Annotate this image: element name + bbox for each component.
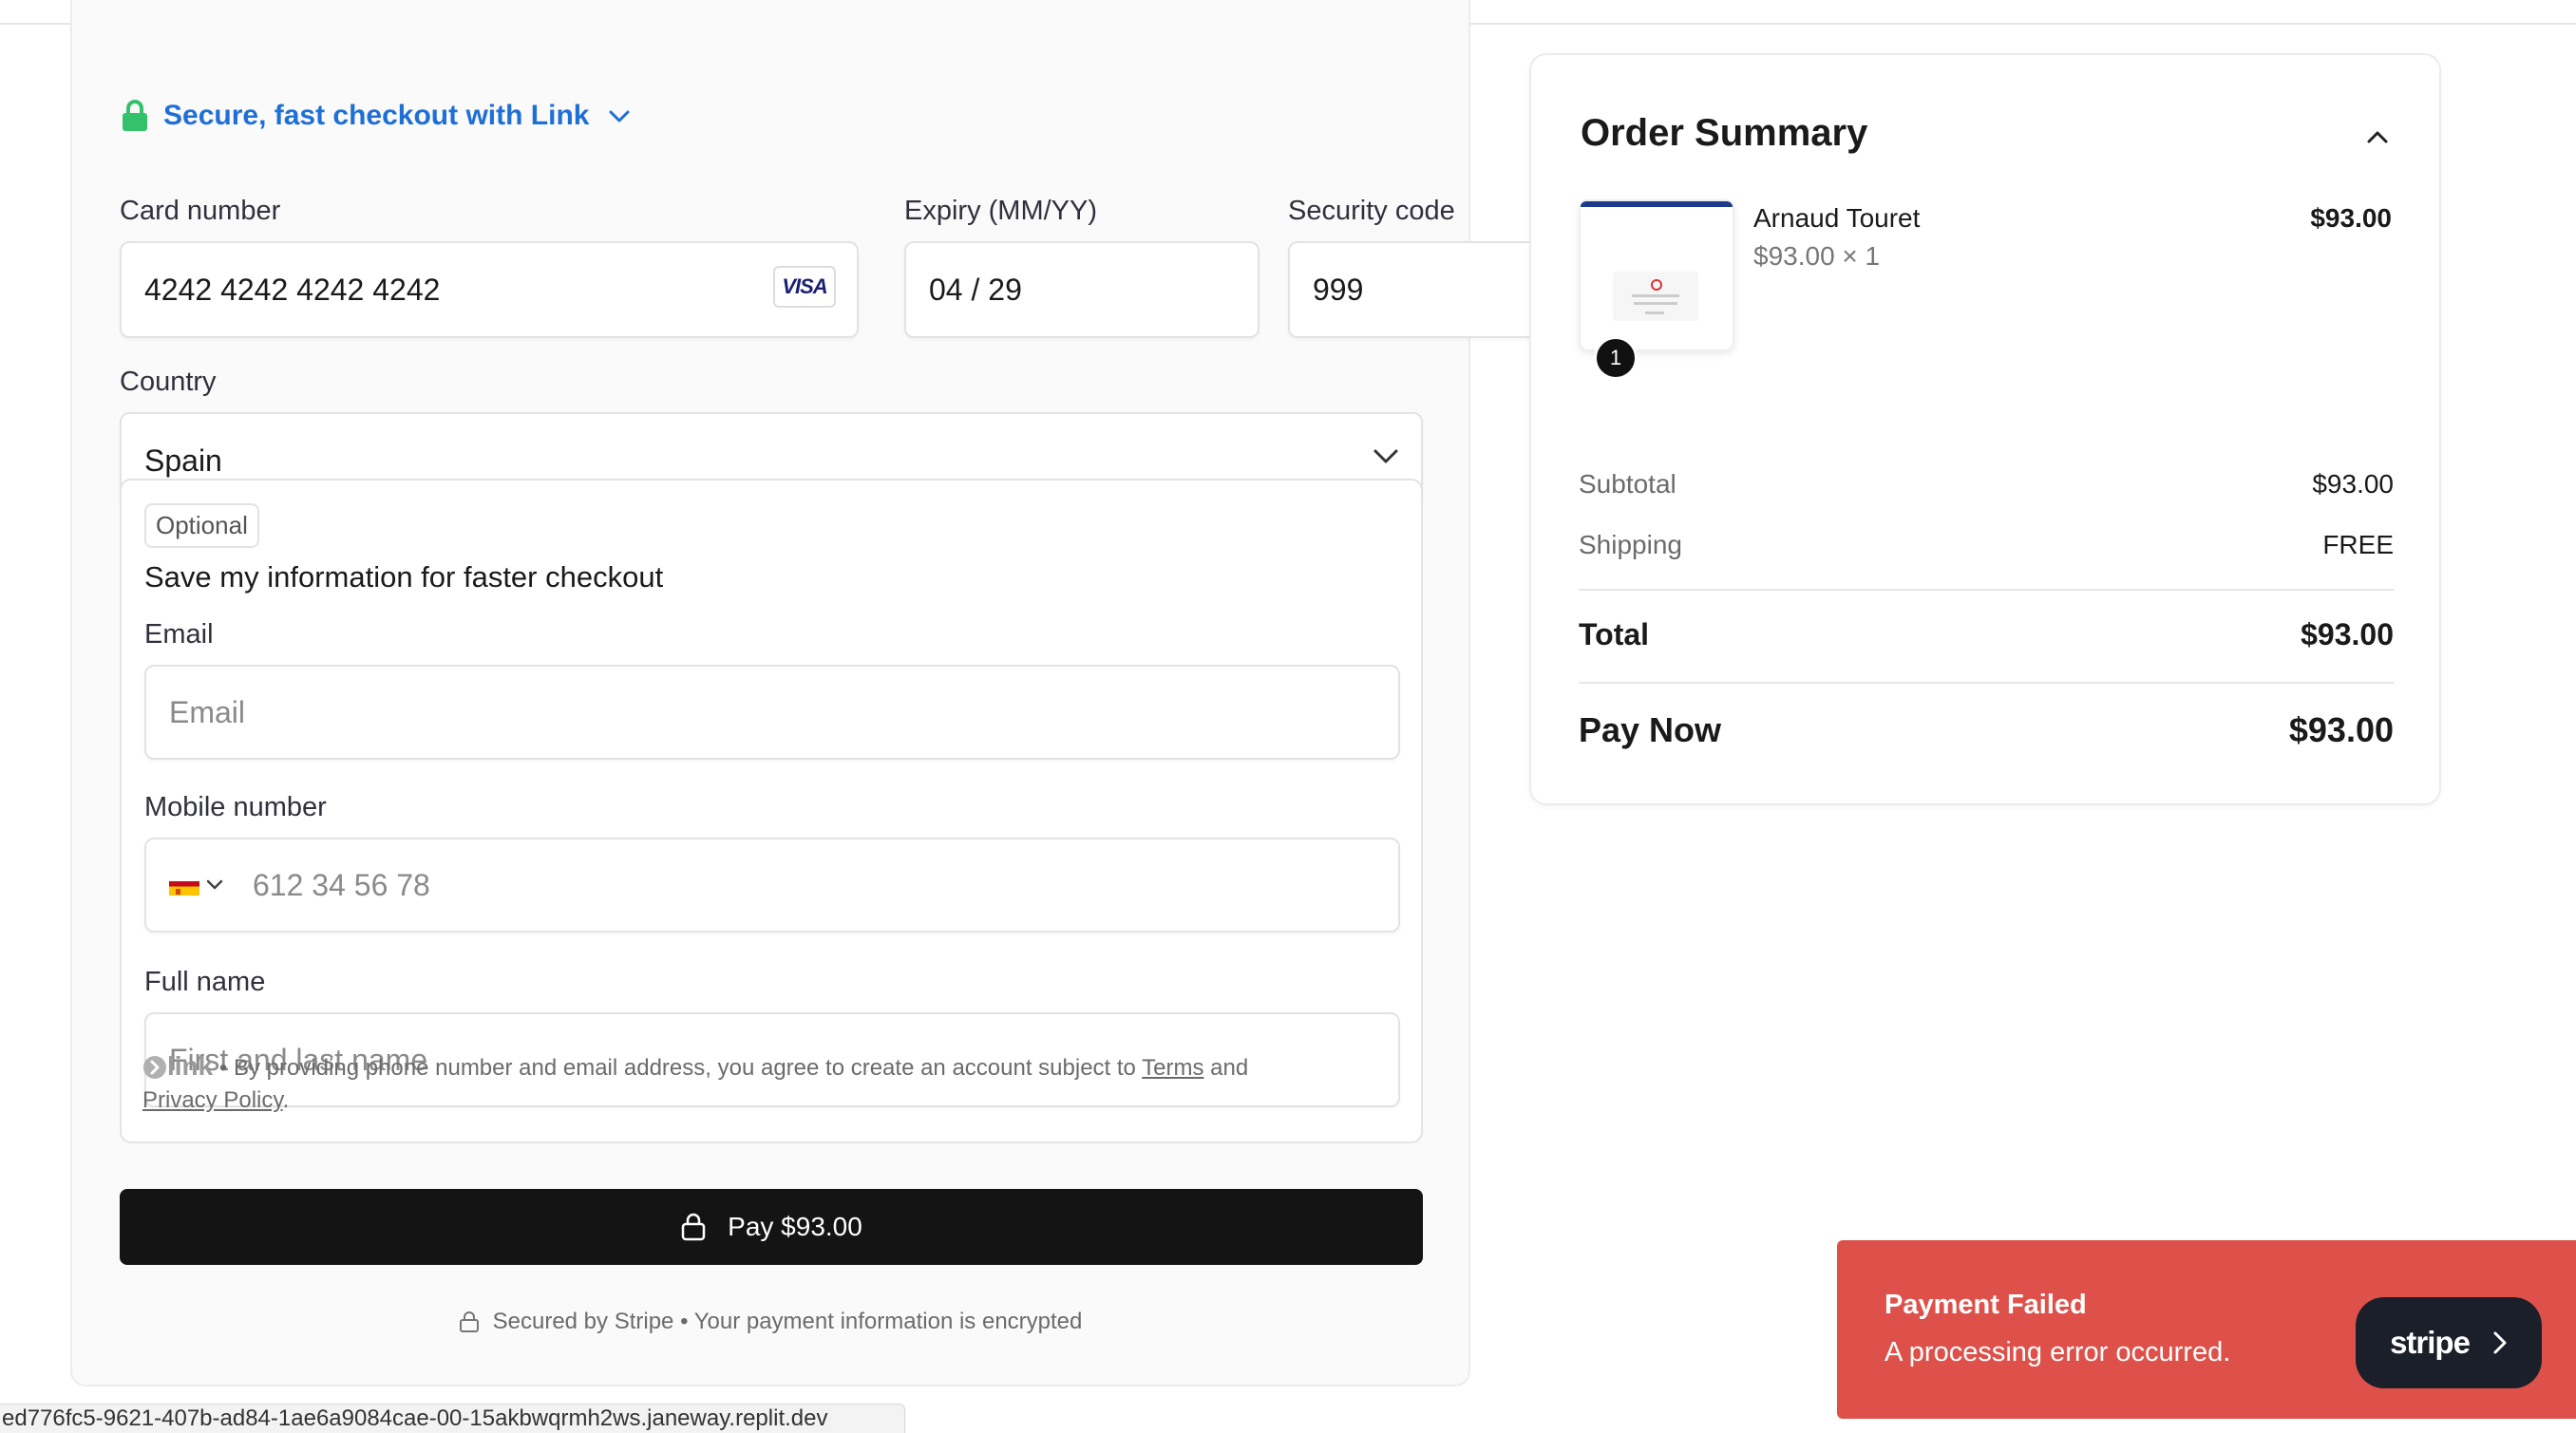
security-code-value: 999: [1313, 272, 1364, 307]
pay-now-label: Pay Now: [1579, 710, 1722, 749]
expiry-field[interactable]: 04 / 29: [904, 241, 1260, 338]
chevron-down-icon[interactable]: [205, 878, 224, 892]
terms-link[interactable]: Terms: [1142, 1055, 1203, 1081]
mobile-placeholder: 612 34 56 78: [253, 867, 430, 902]
spain-flag-icon[interactable]: [169, 875, 199, 896]
visa-icon: VISA: [773, 266, 836, 308]
card-number-label: Card number: [120, 196, 281, 226]
product-thumbnail: 1: [1579, 199, 1734, 380]
email-field[interactable]: Email: [144, 665, 1400, 760]
lock-icon: [681, 1213, 706, 1241]
expiry-value: 04 / 29: [929, 272, 1022, 307]
lock-icon: [459, 1311, 479, 1332]
subtotal-value: $93.00: [2312, 469, 2394, 499]
country-value: Spain: [144, 443, 222, 478]
lock-icon: [123, 100, 147, 131]
legal-end: .: [282, 1087, 290, 1113]
item-price: $93.00: [2310, 203, 2392, 233]
total-value: $93.00: [2301, 617, 2394, 651]
link-logo-text: link: [167, 1051, 214, 1081]
pay-now-row: Pay Now $93.00: [1579, 710, 2394, 750]
payment-failed-toast: Payment Failed A processing error occurr…: [1837, 1240, 2576, 1419]
secured-note-text: Secured by Stripe • Your payment informa…: [492, 1309, 1083, 1334]
email-label: Email: [144, 619, 214, 650]
save-info-title: Save my information for faster checkout: [144, 560, 664, 594]
full-name-label: Full name: [144, 967, 266, 997]
privacy-policy-link[interactable]: Privacy Policy: [142, 1087, 283, 1113]
toast-title: Payment Failed: [1885, 1290, 2087, 1320]
pay-now-value: $93.00: [2288, 710, 2394, 749]
email-placeholder: Email: [169, 694, 246, 729]
item-unit-price: $93.00 × 1: [1753, 241, 1881, 271]
link-legal-text: link • By providing phone number and ema…: [142, 1050, 1415, 1117]
item-name: Arnaud Touret: [1753, 203, 1921, 233]
chevron-down-icon: [1373, 449, 1398, 463]
subtotal-row: Subtotal $93.00: [1579, 469, 2394, 500]
total-row: Total $93.00: [1579, 617, 2394, 652]
order-summary-title: Order Summary: [1581, 112, 1868, 154]
quantity-badge: 1: [1594, 336, 1638, 380]
link-checkout-toggle[interactable]: Secure, fast checkout with Link: [120, 99, 633, 133]
shipping-row: Shipping FREE: [1579, 530, 2394, 560]
chevron-up-icon[interactable]: [2365, 127, 2390, 146]
shipping-label: Shipping: [1579, 530, 1682, 559]
chevron-right-icon: [2493, 1331, 2507, 1354]
checkout-panel: Secure, fast checkout with Link Card num…: [70, 0, 1643, 1386]
toast-message: A processing error occurred.: [1885, 1337, 2231, 1367]
optional-badge: Optional: [144, 503, 259, 548]
subtotal-label: Subtotal: [1579, 469, 1676, 499]
pay-button-label: Pay $93.00: [728, 1212, 862, 1241]
save-info-section: Optional Save my information for faster …: [120, 479, 1423, 1143]
stripe-badge-button[interactable]: stripe: [2356, 1297, 2542, 1388]
link-logo-icon: [143, 1056, 166, 1079]
order-summary: Order Summary 1 Arnaud Touret $93.00 × 1…: [1529, 53, 2441, 805]
mobile-label: Mobile number: [144, 792, 327, 822]
legal-text: • By providing phone number and email ad…: [213, 1055, 1143, 1081]
total-label: Total: [1579, 617, 1650, 651]
card-number-field[interactable]: 4242 4242 4242 4242 VISA: [120, 241, 859, 338]
chevron-down-icon: [609, 110, 630, 123]
divider: [1579, 589, 2394, 591]
divider: [1579, 682, 2394, 684]
card-number-value: 4242 4242 4242 4242: [144, 272, 441, 307]
mobile-number-field[interactable]: 612 34 56 78: [144, 838, 1400, 933]
country-label: Country: [120, 367, 217, 397]
security-code-label: Security code: [1288, 196, 1455, 226]
shipping-value: FREE: [2322, 530, 2394, 559]
link-checkout-label: Secure, fast checkout with Link: [163, 100, 590, 131]
legal-and: and: [1203, 1055, 1249, 1081]
expiry-label: Expiry (MM/YY): [904, 196, 1097, 226]
stripe-logo: stripe: [2390, 1325, 2471, 1360]
pay-button[interactable]: Pay $93.00: [120, 1189, 1423, 1265]
browser-status-url: ed776fc5-9621-407b-ad84-1ae6a9084cae-00-…: [0, 1404, 905, 1433]
secured-note: Secured by Stripe • Your payment informa…: [72, 1309, 1468, 1335]
